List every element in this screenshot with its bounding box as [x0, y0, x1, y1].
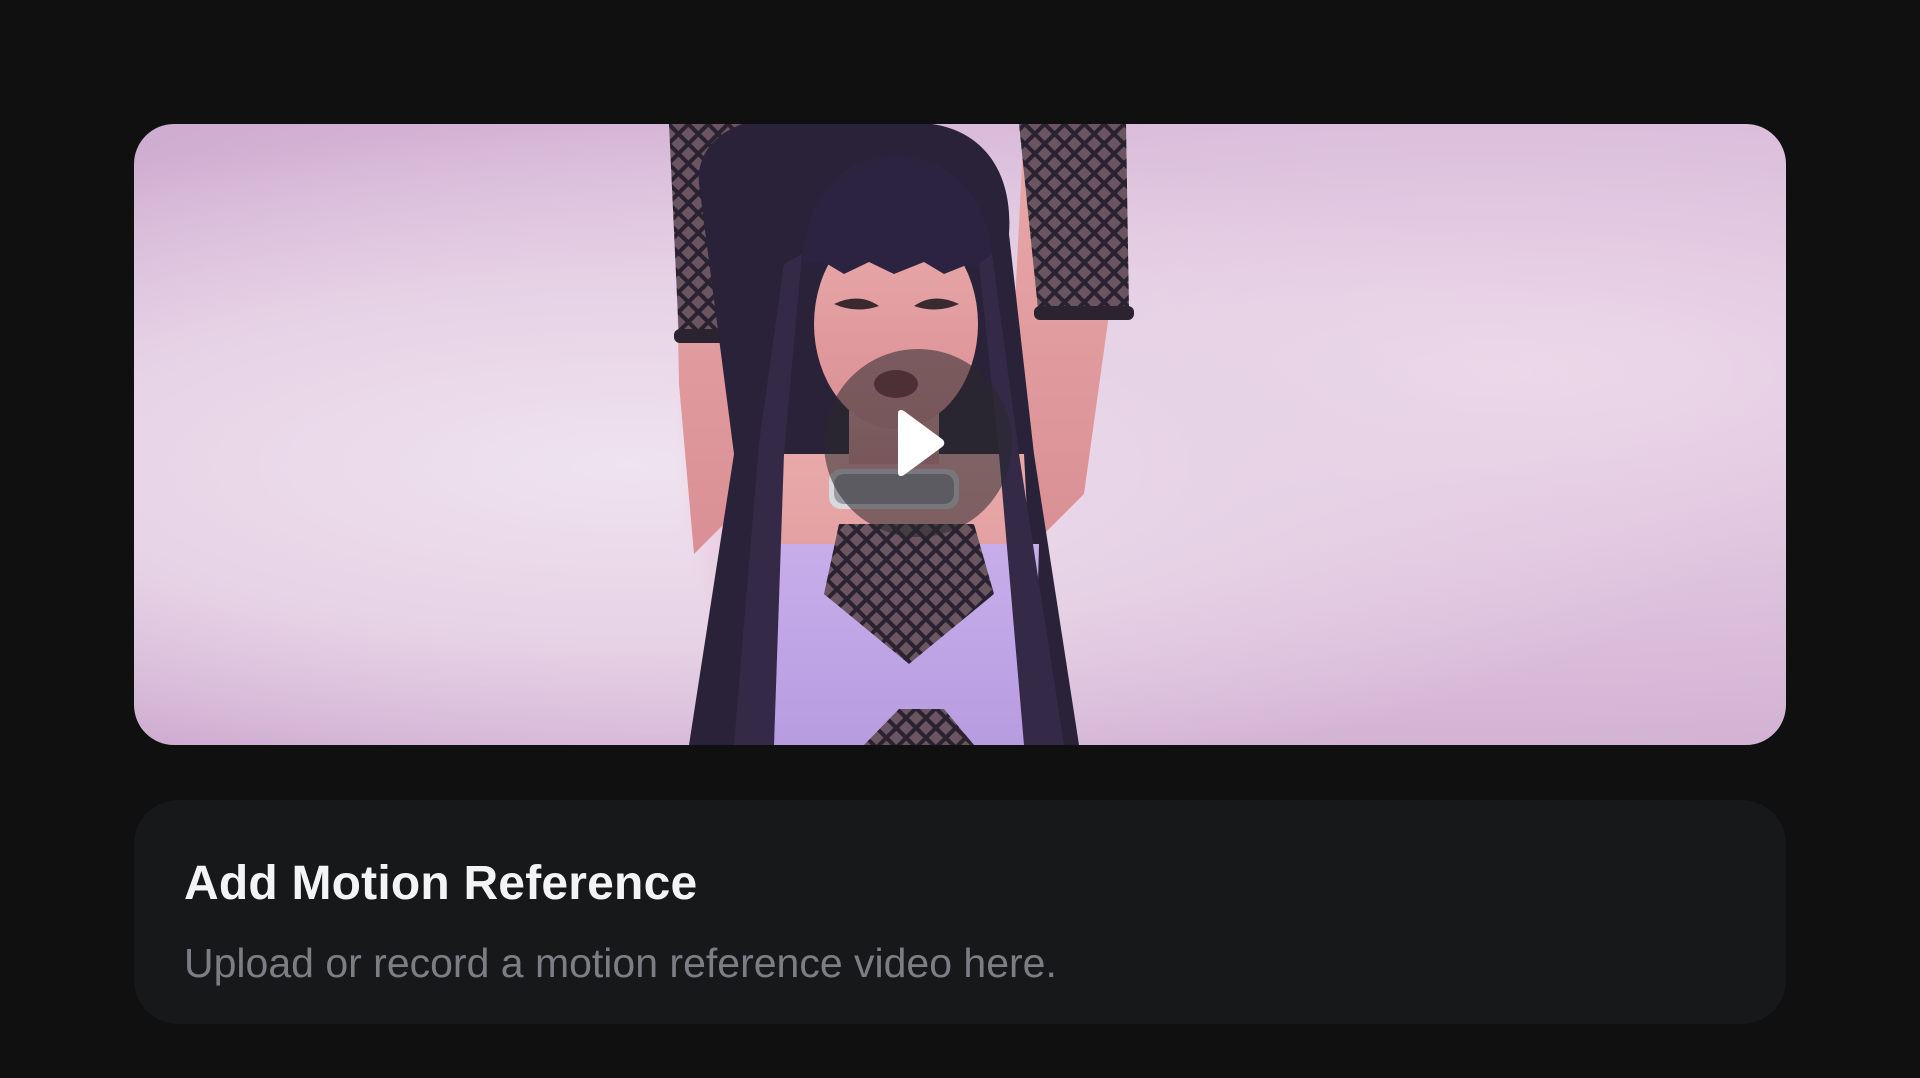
motion-reference-subtitle: Upload or record a motion reference vide… [184, 940, 1057, 986]
motion-reference-upload-card[interactable]: Add Motion Reference Upload or record a … [134, 800, 1786, 1024]
motion-reference-video-preview[interactable] [134, 124, 1786, 745]
motion-reference-title: Add Motion Reference [184, 857, 698, 910]
page: Add Motion Reference Upload or record a … [0, 0, 1920, 1078]
play-button[interactable] [824, 349, 1012, 537]
play-icon [898, 409, 945, 477]
